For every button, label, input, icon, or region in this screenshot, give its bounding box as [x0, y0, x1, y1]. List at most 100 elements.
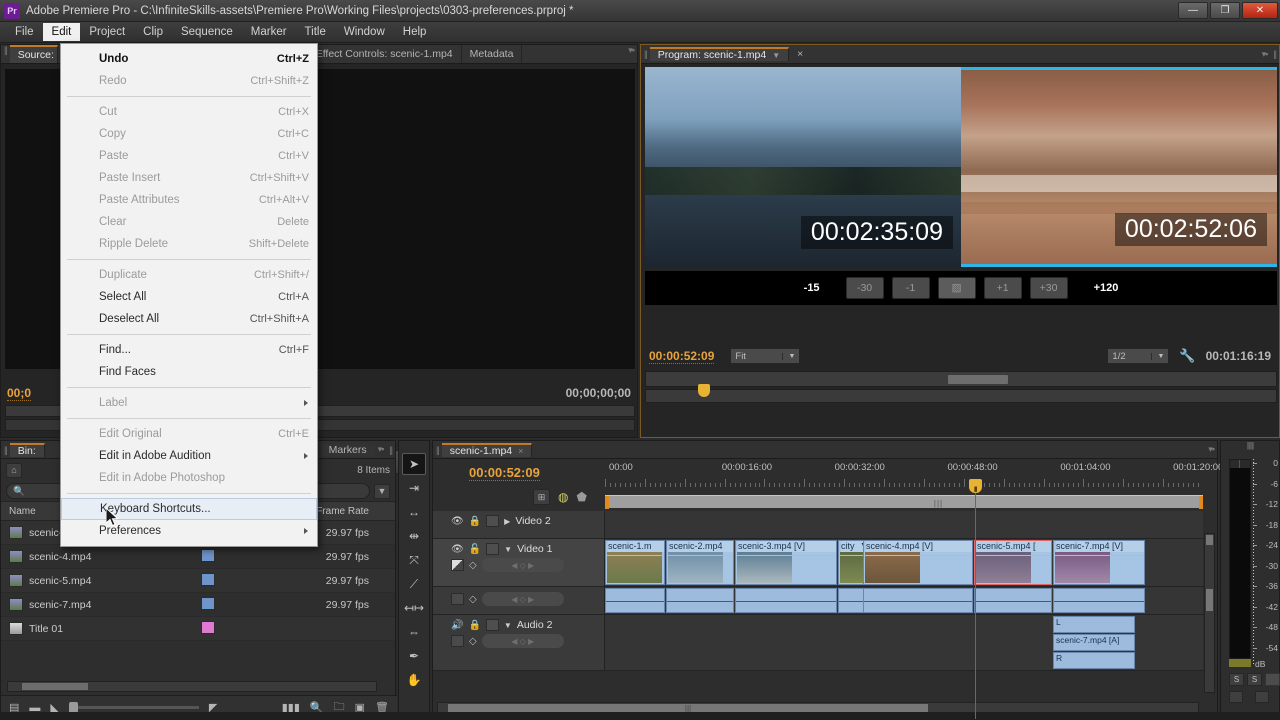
ripple-edit-tool[interactable]: ↔	[402, 501, 426, 523]
collapse-arrow-icon[interactable]: ▼	[504, 545, 512, 554]
clip-opacity-line[interactable]	[736, 555, 836, 556]
timeline-linked-audio-clip[interactable]	[863, 588, 973, 613]
project-item-label-cell[interactable]	[201, 596, 271, 613]
project-item-row[interactable]: scenic-5.mp4 29.97 fps	[1, 569, 395, 593]
program-tab-close[interactable]: ×	[789, 48, 812, 60]
track-body-audio-2[interactable]: Lscenic-7.mp4 [A] R	[605, 615, 1203, 670]
tab-metadata[interactable]: Metadata	[461, 45, 523, 63]
maximize-button[interactable]: ❐	[1210, 2, 1240, 19]
trim-plus-30-button[interactable]: +30	[1029, 277, 1068, 299]
track-body-video-1-audio[interactable]	[605, 587, 1203, 614]
project-horizontal-scrollbar[interactable]	[7, 681, 377, 692]
project-hscroll-thumb[interactable]	[22, 683, 88, 690]
timeline-linked-audio-clip[interactable]	[1053, 588, 1145, 613]
menu-help[interactable]: Help	[394, 23, 436, 41]
tab-bin[interactable]: Bin:	[9, 442, 45, 457]
parent-bin-icon[interactable]: ⌂	[6, 462, 22, 478]
timeline-vertical-scrollbar[interactable]	[1204, 533, 1215, 693]
menu-item-keyboard-shortcuts[interactable]: Keyboard Shortcuts...	[61, 498, 317, 520]
program-video-area[interactable]: 00:02:35:09 00:02:52:06	[645, 67, 1277, 267]
track-header-audio-2[interactable]: 🔊 🔒 ▼ Audio 2 ◇ ◀ ◇ ▶	[433, 615, 605, 670]
menu-item-undo[interactable]: Undo Ctrl+Z	[61, 48, 317, 70]
menu-item-label[interactable]: Label	[61, 392, 317, 414]
track-body-video-1[interactable]: scenic-1.m scenic-2.mp4 scenic-3.mp4 [V] ci…	[605, 539, 1203, 586]
resolution-select[interactable]: 1/2 ▼	[1107, 348, 1170, 364]
menu-item-find[interactable]: Find... Ctrl+F	[61, 339, 317, 361]
label-color-chip[interactable]	[201, 596, 215, 610]
selection-tool[interactable]: ➤	[402, 453, 426, 475]
lock-toggle-icon[interactable]: 🔒	[468, 620, 480, 631]
razor-tool[interactable]: ⟋	[402, 573, 426, 595]
tab-sequence[interactable]: scenic-1.mp4 ×	[441, 442, 533, 457]
timeline-audio-clip[interactable]: scenic-7.mp4 [A]	[1053, 634, 1135, 651]
close-button[interactable]: ✕	[1242, 2, 1278, 19]
lock-toggle-icon[interactable]: 🔓	[469, 544, 481, 555]
timeline-panel-grip-icon[interactable]: ||	[433, 445, 442, 455]
edit-menu-dropdown[interactable]: Undo Ctrl+Z Redo Ctrl+Shift+Z Cut Ctrl+X Copy C…	[60, 43, 318, 547]
menu-edit[interactable]: Edit	[42, 23, 81, 41]
clip-opacity-line[interactable]	[975, 555, 1051, 556]
trim-apply-button[interactable]: ▨	[937, 277, 976, 299]
menu-item-paste[interactable]: Paste Ctrl+V	[61, 145, 317, 167]
label-color-chip[interactable]	[201, 620, 215, 634]
keyframe-diamond-icon[interactable]: ◇	[469, 594, 477, 605]
program-scrubber[interactable]	[645, 371, 1277, 387]
track-header-video-1-audio[interactable]: ◇ ◀ ◇ ▶	[433, 587, 605, 614]
filter-dropdown-icon[interactable]: ▼	[374, 483, 390, 499]
menu-item-redo[interactable]: Redo Ctrl+Shift+Z	[61, 70, 317, 92]
keyframe-diamond-icon[interactable]: ◇	[469, 560, 477, 571]
marker-flag-icon[interactable]: ⬟	[576, 490, 586, 504]
track-header-video-1[interactable]: 👁 🔓 ▼ Video 1 ◇ ◀ ◇ ▶	[433, 539, 605, 586]
program-panel-grip2-icon[interactable]: ||	[1270, 49, 1279, 59]
work-area-bar[interactable]: |||	[605, 495, 1203, 509]
project-item-label-cell[interactable]	[201, 548, 271, 565]
tab-program-monitor[interactable]: Program: scenic-1.mp4 ▼	[649, 47, 790, 61]
program-scrubber-thumb[interactable]	[948, 375, 1009, 384]
project-panel-menu-icon[interactable]: ▾▪	[375, 444, 387, 455]
trim-minus-1-button[interactable]: -1	[891, 277, 930, 299]
project-item-row[interactable]: scenic-4.mp4 29.97 fps	[1, 545, 395, 569]
menu-item-duplicate[interactable]: Duplicate Ctrl+Shift+/	[61, 264, 317, 286]
track-target-box[interactable]	[485, 619, 499, 631]
waveform-toggle-icon[interactable]	[451, 635, 464, 647]
project-panel-grip-icon[interactable]: ||	[1, 445, 10, 455]
clip-opacity-line[interactable]	[1054, 555, 1144, 556]
menu-item-preferences[interactable]: Preferences	[61, 520, 317, 542]
program-panel-grip-icon[interactable]: ||	[641, 49, 650, 59]
timeline-video-clip[interactable]: scenic-4.mp4 [V]	[863, 540, 973, 585]
minimize-button[interactable]: —	[1178, 2, 1208, 19]
solo-button-left[interactable]: S	[1229, 673, 1244, 686]
meter-option-button-1[interactable]	[1265, 673, 1280, 686]
trim-minus-30-button[interactable]: -30	[845, 277, 884, 299]
timeline-linked-audio-clip[interactable]	[666, 588, 734, 613]
menu-item-paste-attributes[interactable]: Paste Attributes Ctrl+Alt+V	[61, 189, 317, 211]
sequence-tab-close[interactable]: ×	[518, 446, 523, 456]
menu-item-edit-in-adobe-audition[interactable]: Edit in Adobe Audition	[61, 445, 317, 467]
timeline-audio-clip[interactable]: R	[1053, 652, 1135, 669]
menu-sequence[interactable]: Sequence	[172, 23, 242, 41]
label-color-chip[interactable]	[201, 572, 215, 586]
clip-opacity-line[interactable]	[864, 555, 972, 556]
trim-plus-120-label[interactable]: +120	[1076, 282, 1137, 294]
work-area-out-handle[interactable]	[1199, 496, 1203, 509]
eye-icon[interactable]: 👁	[451, 544, 464, 555]
panel-grip-icon[interactable]: ||	[1, 45, 10, 63]
menu-item-find-faces[interactable]: Find Faces	[61, 361, 317, 383]
panel-menu-icon[interactable]: ▾▪	[625, 45, 637, 63]
menu-item-clear[interactable]: Clear Delete	[61, 211, 317, 233]
hand-tool[interactable]: ✋	[402, 669, 426, 691]
project-item-label-cell[interactable]	[201, 620, 271, 637]
meter-clip-indicator-right[interactable]	[1240, 460, 1250, 468]
timeline-video-clip[interactable]: scenic-2.mp4	[666, 540, 734, 585]
menu-clip[interactable]: Clip	[134, 23, 172, 41]
keyframe-diamond-icon[interactable]: ◇	[469, 636, 477, 647]
trim-minus-15-label[interactable]: -15	[786, 282, 838, 294]
timeline-video-clip[interactable]: scenic-7.mp4 [V]	[1053, 540, 1145, 585]
keyframe-navigator[interactable]: ◀ ◇ ▶	[481, 634, 564, 648]
timeline-audio-clip[interactable]: L	[1053, 616, 1135, 633]
settings-wrench-icon[interactable]: 🔧	[1179, 348, 1195, 364]
program-current-timecode[interactable]: 00:00:52:09	[649, 349, 715, 364]
program-panel-menu-icon[interactable]: ▾▪	[1259, 49, 1271, 60]
rate-stretch-tool[interactable]: ⤧	[402, 549, 426, 571]
program-playhead-marker[interactable]	[698, 384, 710, 397]
